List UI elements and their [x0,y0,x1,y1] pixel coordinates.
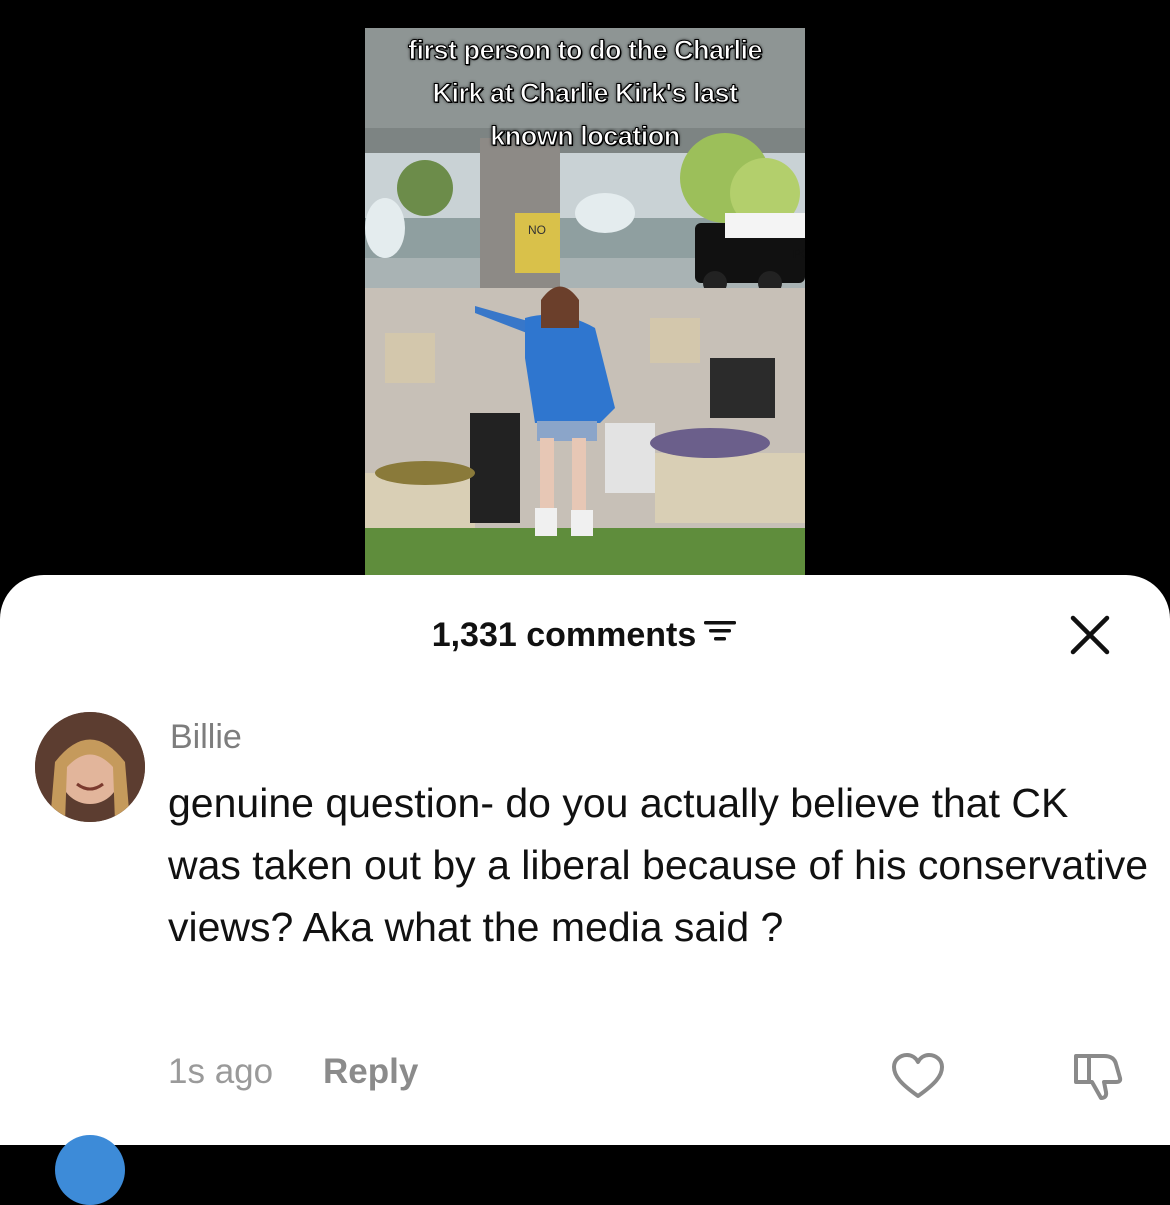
reply-button[interactable]: Reply [323,1052,418,1092]
filter-icon[interactable] [702,613,738,653]
heart-icon[interactable] [891,1052,945,1100]
video-player[interactable]: NO PO first person to do the Charlie [365,28,805,576]
caption-line-3: known location [490,121,681,152]
comments-header: 1,331 comments [0,615,1170,665]
comments-count[interactable]: 1,331 comments [0,615,1170,657]
next-comment-avatar[interactable] [55,1135,125,1205]
close-icon[interactable] [1070,615,1110,655]
comments-count-label: 1,331 comments [431,616,697,654]
police-car-text: PO [793,247,805,261]
avatar[interactable] [35,712,145,822]
thumbs-down-icon[interactable] [1070,1050,1124,1102]
comment-username[interactable]: Billie [170,718,242,757]
comment-timestamp: 1s ago [168,1052,274,1091]
caption-line-2: Kirk at Charlie Kirk's last [432,78,739,109]
video-caption: first person to do the Charlie Kirk at C… [365,28,805,159]
caption-line-1: first person to do the Charlie [407,35,763,66]
no-smoking-sign: NO [528,223,546,237]
comment-text: genuine question- do you actually believ… [168,780,1148,950]
